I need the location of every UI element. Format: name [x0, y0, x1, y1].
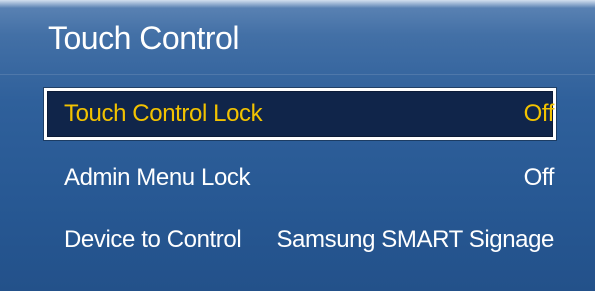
menu-item-value: Off [523, 100, 555, 127]
touch-control-menu-panel: Touch Control Touch Control Lock Off Adm… [0, 0, 595, 291]
menu-item-label: Admin Menu Lock [64, 164, 251, 191]
menu-item-label: Device to Control [64, 226, 242, 253]
menu-item-device-to-control[interactable]: Device to Control Samsung SMART Signage [44, 214, 556, 266]
menu-item-admin-menu-lock[interactable]: Admin Menu Lock Off [44, 152, 556, 204]
menu-item-value: Samsung SMART Signage [276, 226, 554, 253]
menu-title: Touch Control [48, 20, 239, 56]
menu-item-label: Touch Control Lock [64, 100, 263, 127]
menu-item-touch-control-lock[interactable]: Touch Control Lock Off [44, 88, 556, 140]
title-divider [0, 74, 595, 75]
menu-item-value: Off [523, 164, 555, 191]
